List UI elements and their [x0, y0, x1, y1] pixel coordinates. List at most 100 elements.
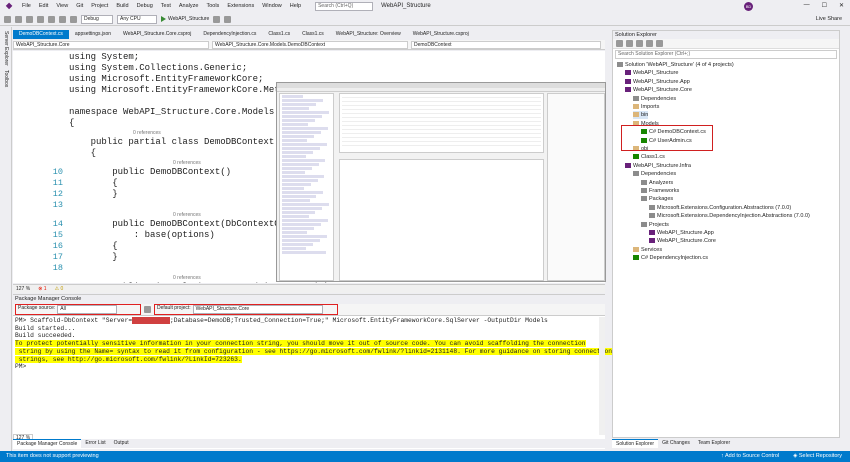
save-icon[interactable] [37, 15, 44, 23]
menu-item-edit[interactable]: Edit [39, 3, 48, 9]
solution-item-label: Dependencies [641, 171, 677, 178]
maximize-icon[interactable]: ☐ [822, 2, 827, 9]
bottom-tab[interactable]: Output [110, 439, 133, 448]
minimize-icon[interactable]: — [804, 2, 810, 9]
solution-item[interactable]: WebAPI_Structure.Infra [625, 162, 691, 170]
references-codelens[interactable]: 0 references [173, 274, 201, 282]
embedded-tree-line [282, 115, 322, 118]
solution-item[interactable]: WebAPI_Structure.Core [625, 86, 692, 94]
member-nav-select[interactable]: DemoDBContext [411, 40, 601, 49]
doc-tab[interactable]: WebAPI_Structure: Overview [330, 30, 407, 39]
solution-item[interactable]: Dependencies [633, 170, 676, 178]
default-project-select[interactable]: WebAPI_Structure.Core [192, 305, 323, 314]
solution-item[interactable]: Projects [641, 221, 669, 229]
avatar[interactable]: BD [744, 2, 753, 11]
doc-tab[interactable]: WebAPI_Structure.csproj [407, 30, 475, 39]
undo-icon[interactable] [59, 15, 66, 23]
solution-item[interactable]: WebAPI_Structure.App [649, 229, 714, 237]
bottom-tab[interactable]: Error List [81, 439, 109, 448]
menu-item-view[interactable]: View [56, 3, 68, 9]
doc-tab[interactable]: appsettings.json [69, 30, 117, 39]
menu-item-build[interactable]: Build [116, 3, 128, 9]
solution-item[interactable]: Analyzers [641, 179, 673, 187]
back-icon[interactable] [4, 15, 11, 23]
solution-item[interactable]: Class1.cs [633, 153, 665, 161]
search-input[interactable]: Search (Ctrl+Q) [315, 1, 374, 11]
solution-item-label: Frameworks [649, 188, 680, 194]
solution-panel-tab[interactable]: Solution Explorer [612, 439, 659, 448]
pmc-scrollbar[interactable] [599, 317, 605, 435]
solution-item[interactable]: Services [633, 246, 662, 254]
status-message: This item does not support previewing [6, 453, 99, 459]
doc-tab[interactable]: Class1.cs [262, 30, 296, 39]
select-repository-button[interactable]: ◈ Select Repository [793, 451, 842, 462]
solution-item[interactable]: Microsoft.Extensions.Configuration.Abstr… [649, 204, 791, 212]
collapse-all-icon[interactable] [646, 40, 653, 47]
sync-icon[interactable] [626, 40, 633, 47]
save-all-icon[interactable] [48, 15, 55, 23]
forward-icon[interactable] [15, 15, 22, 23]
references-codelens[interactable]: 0 references [173, 159, 201, 167]
solution-panel-tab[interactable]: Git Changes [658, 439, 694, 448]
solution-item[interactable]: bin [633, 111, 649, 120]
home-icon[interactable] [616, 40, 623, 47]
warning-count[interactable]: ⚠ 0 [55, 285, 64, 293]
new-file-icon[interactable] [26, 15, 33, 23]
menu-item-analyze[interactable]: Analyze [179, 3, 199, 9]
menu-item-extensions[interactable]: Extensions [227, 3, 254, 9]
embedded-tree-line [282, 235, 328, 238]
menu-item-git[interactable]: Git [76, 3, 83, 9]
solution-item[interactable]: WebAPI_Structure.App [625, 78, 690, 86]
platform-select[interactable]: Any CPU [117, 14, 157, 24]
package-source-select[interactable]: All [57, 305, 118, 314]
class-nav-select[interactable]: WebAPI_Structure.Core.Models.DemoDBConte… [212, 40, 408, 49]
menu-item-project[interactable]: Project [91, 3, 108, 9]
solution-item[interactable]: C# DependencyInjection.cs [633, 254, 708, 262]
solution-item-label: WebAPI_Structure [633, 70, 679, 77]
redo-icon[interactable] [70, 15, 77, 23]
doc-tab[interactable]: DemoDBContext.cs [13, 30, 69, 39]
menu-item-test[interactable]: Test [161, 3, 171, 9]
solution-item[interactable]: Microsoft.Extensions.DependencyInjection… [649, 212, 810, 220]
run-button[interactable]: WebAPI_Structure [161, 15, 209, 24]
hot-reload-icon[interactable] [224, 15, 232, 23]
solution-search-input[interactable]: Search Solution Explorer (Ctrl+;) [615, 50, 837, 59]
embedded-tree-line [282, 147, 320, 150]
solution-item[interactable]: Packages [641, 195, 673, 203]
solution-panel-tab[interactable]: Team Explorer [694, 439, 734, 448]
solution-item[interactable]: Dependencies [633, 95, 676, 103]
configuration-select[interactable]: Debug [81, 14, 113, 24]
show-all-files-icon[interactable] [656, 40, 663, 47]
error-count[interactable]: ⊗ 1 [38, 285, 46, 293]
menu-item-tools[interactable]: Tools [206, 3, 219, 9]
menu-item-file[interactable]: File [22, 3, 31, 9]
doc-tab[interactable]: Class1.cs [296, 30, 330, 39]
embedded-tree-line [282, 111, 329, 114]
solution-item[interactable]: Solution 'WebAPI_Structure' (4 of 4 proj… [617, 61, 734, 69]
solution-item-label: Dependencies [641, 95, 677, 102]
references-codelens[interactable]: 0 references [173, 211, 201, 219]
solution-item[interactable]: WebAPI_Structure.Core [649, 237, 716, 245]
doc-tab[interactable]: DependencyInjection.cs [197, 30, 262, 39]
project-nav-select[interactable]: WebAPI_Structure.Core [13, 40, 209, 49]
solution-item[interactable]: Imports [633, 103, 659, 111]
editor-zoom[interactable]: 127 % [16, 285, 30, 293]
live-share-button[interactable]: Live Share [816, 16, 842, 22]
solution-item[interactable]: WebAPI_Structure [625, 69, 678, 77]
references-codelens[interactable]: 0 references [133, 129, 161, 137]
start-without-debugging-icon[interactable] [213, 15, 221, 23]
server-explorer-tab[interactable]: Server Explorer [3, 31, 9, 66]
menu-item-window[interactable]: Window [262, 3, 282, 9]
solution-item[interactable]: Frameworks [641, 187, 679, 195]
settings-icon[interactable] [144, 306, 151, 313]
add-to-source-control-button[interactable]: ↑ Add to Source Control [721, 451, 779, 462]
refresh-icon[interactable] [636, 40, 643, 47]
close-icon[interactable]: ✕ [839, 2, 844, 9]
pmc-output[interactable]: PM> Scaffold-DbContext "Server=XXXXXXXXX… [13, 317, 613, 435]
toolbox-tab[interactable]: Toolbox [3, 70, 9, 87]
solution-item-label: Microsoft.Extensions.Configuration.Abstr… [657, 204, 792, 211]
menu-item-help[interactable]: Help [290, 3, 301, 9]
menu-item-debug[interactable]: Debug [137, 3, 153, 9]
bottom-tab[interactable]: Package Manager Console [13, 439, 82, 448]
doc-tab[interactable]: WebAPI_Structure.Core.csproj [117, 30, 197, 39]
